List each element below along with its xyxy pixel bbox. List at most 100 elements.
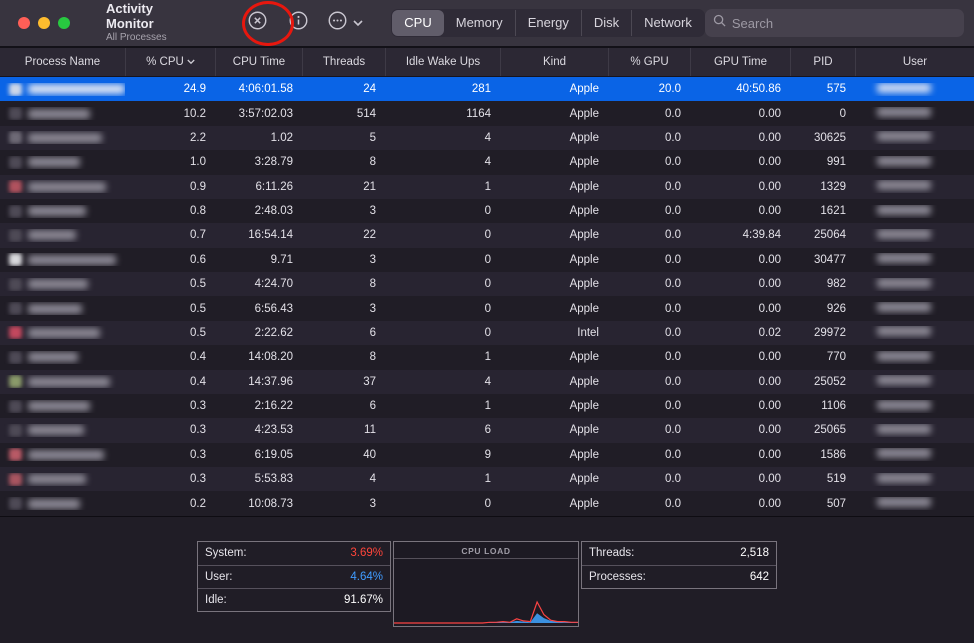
cell-threads: 11 bbox=[302, 424, 385, 436]
column-header-gpu-time[interactable]: GPU Time bbox=[690, 48, 790, 76]
table-row[interactable]: 0.210:08.7330Apple0.00.00507 bbox=[0, 491, 974, 515]
table-row[interactable]: 0.716:54.14220Apple0.04:39.8425064 bbox=[0, 223, 974, 247]
minimize-button[interactable] bbox=[38, 17, 50, 29]
table-row[interactable]: 24.94:06:01.5824281Apple20.040:50.86575 bbox=[0, 77, 974, 101]
redacted-user bbox=[877, 180, 931, 190]
column-header-user[interactable]: User bbox=[855, 48, 974, 76]
process-icon bbox=[9, 180, 22, 193]
cell-gtime: 0.00 bbox=[690, 181, 790, 193]
table-row[interactable]: 10.23:57:02.035141164Apple0.00.000 bbox=[0, 101, 974, 125]
process-icon bbox=[9, 205, 22, 218]
table-row[interactable]: 0.32:16.2261Apple0.00.001106 bbox=[0, 394, 974, 418]
cell-pid: 991 bbox=[790, 156, 855, 168]
table-row[interactable]: 0.69.7130Apple0.00.0030477 bbox=[0, 248, 974, 272]
table-row[interactable]: 0.34:23.53116Apple0.00.0025065 bbox=[0, 418, 974, 442]
cell-cpu: 10.2 bbox=[125, 108, 215, 120]
cpu-load-title: CPU LOAD bbox=[394, 542, 578, 559]
tab-memory[interactable]: Memory bbox=[444, 10, 515, 36]
column-header-idle-wake-ups[interactable]: Idle Wake Ups bbox=[385, 48, 500, 76]
column-header-cpu[interactable]: % CPU bbox=[125, 48, 215, 76]
redacted-user bbox=[877, 375, 931, 385]
more-options-button[interactable] bbox=[326, 9, 363, 37]
cell-gtime: 0.00 bbox=[690, 132, 790, 144]
process-name-cell bbox=[0, 424, 125, 437]
cell-pid: 926 bbox=[790, 303, 855, 315]
cell-gpu: 20.0 bbox=[608, 83, 690, 95]
column-header-pid[interactable]: PID bbox=[790, 48, 855, 76]
redacted-process-name bbox=[28, 328, 100, 338]
table-row[interactable]: 0.414:08.2081Apple0.00.00770 bbox=[0, 345, 974, 369]
user-cell bbox=[855, 180, 974, 193]
process-icon bbox=[9, 326, 22, 339]
close-button[interactable] bbox=[18, 17, 30, 29]
redacted-process-name bbox=[28, 499, 80, 509]
table-row[interactable]: 0.35:53.8341Apple0.00.00519 bbox=[0, 467, 974, 491]
column-header-threads[interactable]: Threads bbox=[302, 48, 385, 76]
cell-pid: 507 bbox=[790, 498, 855, 510]
redacted-user bbox=[877, 253, 931, 263]
cell-cpu: 0.4 bbox=[125, 376, 215, 388]
table-row[interactable]: 0.56:56.4330Apple0.00.00926 bbox=[0, 296, 974, 320]
cell-cpu: 0.3 bbox=[125, 424, 215, 436]
tab-disk[interactable]: Disk bbox=[581, 10, 631, 36]
cell-kind: Apple bbox=[500, 278, 608, 290]
cell-wake: 1 bbox=[385, 351, 500, 363]
column-header-gpu[interactable]: % GPU bbox=[608, 48, 690, 76]
cell-threads: 8 bbox=[302, 278, 385, 290]
process-name-cell bbox=[0, 375, 125, 388]
cell-gtime: 0.00 bbox=[690, 351, 790, 363]
process-icon bbox=[9, 253, 22, 266]
column-header-cpu-time[interactable]: CPU Time bbox=[215, 48, 302, 76]
stop-process-button[interactable] bbox=[246, 10, 269, 36]
redacted-user bbox=[877, 107, 931, 117]
zoom-button[interactable] bbox=[58, 17, 70, 29]
table-header: Process Name % CPU CPU Time Threads Idle… bbox=[0, 48, 974, 77]
process-icon bbox=[9, 229, 22, 242]
process-icon bbox=[9, 375, 22, 388]
stat-label: System: bbox=[205, 547, 247, 559]
process-name-cell bbox=[0, 400, 125, 413]
cell-threads: 37 bbox=[302, 376, 385, 388]
cell-cpu: 0.3 bbox=[125, 473, 215, 485]
table-row[interactable]: 1.03:28.7984Apple0.00.00991 bbox=[0, 150, 974, 174]
search-icon bbox=[713, 14, 726, 32]
column-header-kind[interactable]: Kind bbox=[500, 48, 608, 76]
table-row[interactable]: 0.82:48.0330Apple0.00.001621 bbox=[0, 199, 974, 223]
cell-gpu: 0.0 bbox=[608, 229, 690, 241]
user-cell bbox=[855, 131, 974, 144]
view-segmented-control: CPU Memory Energy Disk Network bbox=[391, 9, 705, 37]
tab-network[interactable]: Network bbox=[631, 10, 704, 36]
search-field[interactable] bbox=[705, 9, 964, 37]
search-input[interactable] bbox=[732, 16, 956, 31]
cell-wake: 1 bbox=[385, 181, 500, 193]
cell-kind: Apple bbox=[500, 229, 608, 241]
process-name-cell bbox=[0, 156, 125, 169]
table-row[interactable]: 2.21.0254Apple0.00.0030625 bbox=[0, 126, 974, 150]
cell-kind: Apple bbox=[500, 400, 608, 412]
table-row[interactable]: 0.414:37.96374Apple0.00.0025052 bbox=[0, 370, 974, 394]
process-icon bbox=[9, 278, 22, 291]
cpu-load-box: CPU LOAD bbox=[393, 541, 579, 627]
cell-gpu: 0.0 bbox=[608, 278, 690, 290]
inspect-process-button[interactable] bbox=[287, 10, 310, 36]
table-row[interactable]: 0.54:24.7080Apple0.00.00982 bbox=[0, 272, 974, 296]
process-icon bbox=[9, 497, 22, 510]
redacted-process-name bbox=[28, 425, 84, 435]
redacted-process-name bbox=[28, 474, 86, 484]
table-row[interactable]: 0.52:22.6260Intel0.00.0229972 bbox=[0, 321, 974, 345]
cell-cpu: 0.4 bbox=[125, 351, 215, 363]
window-title-block: Activity Monitor All Processes bbox=[106, 2, 194, 43]
cell-wake: 0 bbox=[385, 278, 500, 290]
cell-gpu: 0.0 bbox=[608, 400, 690, 412]
table-row[interactable]: 0.96:11.26211Apple0.00.001329 bbox=[0, 175, 974, 199]
cell-time: 14:37.96 bbox=[215, 376, 302, 388]
table-row[interactable]: 0.36:19.05409Apple0.00.001586 bbox=[0, 443, 974, 467]
user-cell bbox=[855, 375, 974, 388]
traffic-lights bbox=[18, 17, 70, 29]
tab-cpu[interactable]: CPU bbox=[392, 10, 443, 36]
stat-value: 642 bbox=[750, 571, 769, 583]
process-icon bbox=[9, 473, 22, 486]
column-header-process-name[interactable]: Process Name bbox=[0, 48, 125, 76]
tab-energy[interactable]: Energy bbox=[515, 10, 581, 36]
cell-pid: 29972 bbox=[790, 327, 855, 339]
